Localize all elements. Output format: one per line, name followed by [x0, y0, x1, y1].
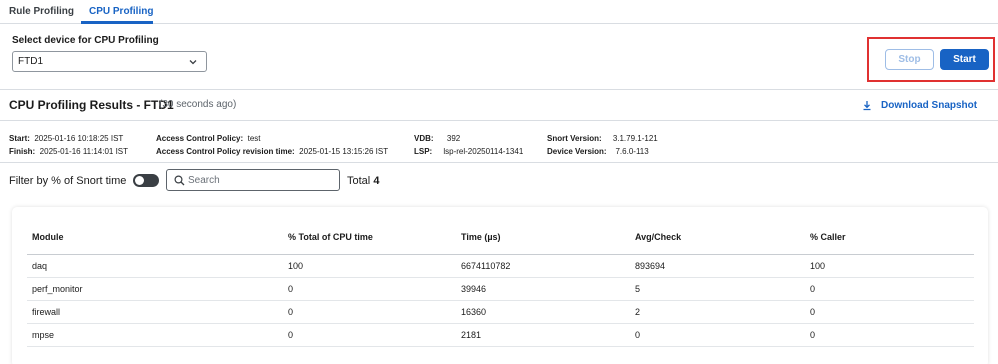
device-select[interactable]: FTD1: [12, 51, 207, 72]
snort-version-value: 3.1.79.1-121: [612, 134, 658, 143]
snort-version-label: Snort Version:: [547, 134, 602, 143]
cell-module: daq: [27, 254, 283, 278]
cell-avg-check: 0: [630, 323, 805, 347]
start-label: Start:: [9, 134, 30, 143]
profiling-tabs: Rule Profiling CPU Profiling: [0, 0, 998, 24]
cell-caller: 0: [805, 300, 974, 324]
vdb-label: VDB:: [414, 134, 434, 143]
results-table-card: Module % Total of CPU time Time (µs) Avg…: [12, 207, 988, 364]
device-select-label: Select device for CPU Profiling: [12, 35, 159, 46]
meta-versions: Snort Version: 3.1.79.1-121 Device Versi…: [547, 132, 658, 158]
table-header-row: Module % Total of CPU time Time (µs) Avg…: [27, 221, 974, 255]
total-label: Total: [347, 175, 371, 187]
cell-time: 2181: [456, 323, 630, 347]
total-value: 4: [373, 175, 380, 187]
download-snapshot-label: Download Snapshot: [881, 100, 978, 111]
toggle-knob: [135, 176, 144, 185]
meta-divider: [0, 162, 998, 163]
col-header-caller[interactable]: % Caller: [805, 221, 974, 255]
lsp-label: LSP:: [414, 147, 433, 156]
cell-module: mpse: [27, 323, 283, 347]
cell-time: 6674110782: [456, 254, 630, 278]
tab-rule-profiling[interactable]: Rule Profiling: [9, 6, 74, 17]
download-icon: [863, 101, 871, 111]
cell-time: 39946: [456, 277, 630, 301]
meta-times: Start: 2025-01-16 10:18:25 IST Finish: 2…: [9, 132, 128, 158]
results-header: CPU Profiling Results - FTD1 (30 seconds…: [0, 89, 998, 121]
table-row: firewall 0 16360 2 0: [27, 300, 974, 324]
device-version-value: 7.6.0-113: [615, 147, 649, 156]
cell-cpu-total: 100: [283, 254, 456, 278]
cell-module: perf_monitor: [27, 277, 283, 301]
cell-avg-check: 893694: [630, 254, 805, 278]
results-age: (30 seconds ago): [159, 99, 237, 110]
device-version-label: Device Version:: [547, 147, 607, 156]
acp-value: test: [247, 134, 261, 143]
start-button[interactable]: Start: [940, 49, 989, 70]
chevron-down-icon: [189, 60, 197, 65]
col-header-cpu-total[interactable]: % Total of CPU time: [283, 221, 456, 255]
snort-time-filter-label: Filter by % of Snort time: [9, 175, 127, 187]
meta-policy: Access Control Policy: test Access Contr…: [156, 132, 388, 158]
meta-vdb-lsp: VDB: 392 LSP: lsp-rel-20250114-1341: [414, 132, 523, 158]
cell-cpu-total: 0: [283, 323, 456, 347]
table-row: mpse 0 2181 0 0: [27, 323, 974, 347]
vdb-value: 392: [446, 134, 461, 143]
acp-revision-label: Access Control Policy revision time:: [156, 147, 295, 156]
cell-cpu-total: 0: [283, 277, 456, 301]
cell-avg-check: 5: [630, 277, 805, 301]
snort-time-filter-toggle[interactable]: [133, 174, 159, 187]
start-value: 2025-01-16 10:18:25 IST: [34, 134, 124, 143]
cell-avg-check: 2: [630, 300, 805, 324]
results-title: CPU Profiling Results - FTD1: [9, 98, 174, 112]
search-box[interactable]: [166, 169, 340, 191]
cell-cpu-total: 0: [283, 300, 456, 324]
results-table: Module % Total of CPU time Time (µs) Avg…: [27, 221, 974, 347]
col-header-time[interactable]: Time (µs): [456, 221, 630, 255]
table-row: daq 100 6674110782 893694 100: [27, 254, 974, 278]
download-snapshot-link[interactable]: Download Snapshot: [862, 100, 977, 111]
finish-value: 2025-01-16 11:14:01 IST: [39, 147, 129, 156]
cell-module: firewall: [27, 300, 283, 324]
acp-revision-value: 2025-01-15 13:15:26 IST: [299, 147, 389, 156]
search-icon: [174, 175, 185, 186]
cell-time: 16360: [456, 300, 630, 324]
table-row: perf_monitor 0 39946 5 0: [27, 277, 974, 301]
acp-label: Access Control Policy:: [156, 134, 244, 143]
col-header-module[interactable]: Module: [27, 221, 283, 255]
lsp-value: lsp-rel-20250114-1341: [443, 147, 524, 156]
active-tab-indicator: [81, 21, 153, 24]
cell-caller: 0: [805, 323, 974, 347]
stop-button[interactable]: Stop: [885, 49, 934, 70]
total-count: Total 4: [347, 175, 379, 187]
device-select-value: FTD1: [18, 56, 43, 67]
col-header-avg-check[interactable]: Avg/Check: [630, 221, 805, 255]
finish-label: Finish:: [9, 147, 36, 156]
cell-caller: 0: [805, 277, 974, 301]
tab-cpu-profiling[interactable]: CPU Profiling: [89, 6, 153, 17]
cell-caller: 100: [805, 254, 974, 278]
search-input[interactable]: [188, 173, 333, 187]
